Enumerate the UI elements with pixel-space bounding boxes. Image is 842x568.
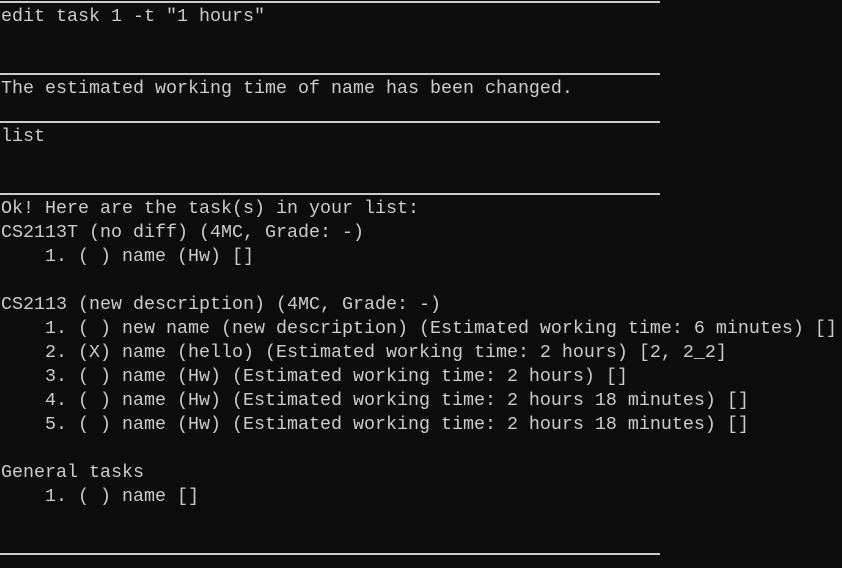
command-line: list — [1, 126, 45, 147]
module-title: CS2113T (no diff) (4MC, Grade: -) — [1, 222, 364, 243]
module-title: CS2113 (new description) (4MC, Grade: -) — [1, 294, 441, 315]
separator — [0, 101, 837, 125]
task-item: 3. ( ) name (Hw) (Estimated working time… — [1, 366, 628, 387]
task-item: 1. ( ) name (Hw) [] — [1, 246, 254, 267]
task-item: 1. ( ) new name (new description) (Estim… — [1, 318, 837, 339]
task-item: 2. (X) name (hello) (Estimated working t… — [1, 342, 727, 363]
separator — [0, 53, 837, 77]
task-item: 1. ( ) name [] — [1, 486, 199, 507]
task-item: 5. ( ) name (Hw) (Estimated working time… — [1, 414, 749, 435]
separator — [0, 173, 837, 197]
response-line: The estimated working time of name has b… — [1, 78, 573, 99]
list-header: Ok! Here are the task(s) in your list: — [1, 198, 419, 219]
terminal-output: edit task 1 -t "1 hours" The estimated w… — [0, 0, 837, 557]
separator — [0, 533, 837, 557]
command-line: edit task 1 -t "1 hours" — [1, 6, 265, 27]
task-item: 4. ( ) name (Hw) (Estimated working time… — [1, 390, 749, 411]
general-title: General tasks — [1, 462, 144, 483]
